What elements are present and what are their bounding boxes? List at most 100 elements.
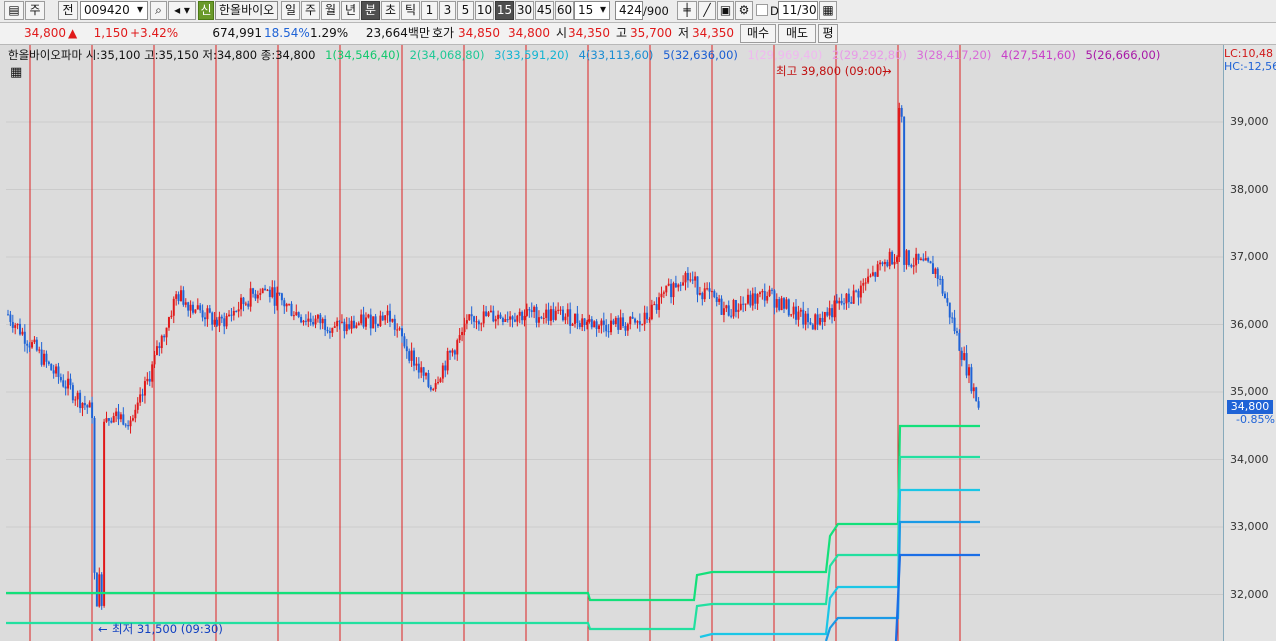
price-axis <box>1223 45 1276 641</box>
candle <box>422 367 425 376</box>
tab-minute[interactable]: 분 <box>361 1 380 20</box>
candle <box>857 290 860 298</box>
tab-month[interactable]: 월 <box>321 1 340 20</box>
candle <box>16 323 19 326</box>
candle <box>242 297 245 305</box>
tab-day[interactable]: 일 <box>281 1 300 20</box>
candle <box>357 323 360 326</box>
candle <box>631 316 634 319</box>
prev-button[interactable]: 전 <box>58 1 78 20</box>
candle <box>492 310 495 322</box>
candle <box>158 346 161 349</box>
candle <box>970 367 973 392</box>
tab-week[interactable]: 주 <box>301 1 320 20</box>
interval-30-button[interactable]: 30 <box>515 1 534 20</box>
low-price: 34,350 <box>692 26 734 40</box>
candle <box>778 299 781 311</box>
date-input[interactable]: 11/30 <box>778 1 818 20</box>
tab-year[interactable]: 년 <box>341 1 360 20</box>
candle <box>614 317 617 325</box>
interval-1-button[interactable]: 1 <box>421 1 438 20</box>
grid-toggle-icon[interactable]: ▦ <box>10 66 22 80</box>
d-checkbox[interactable] <box>756 4 768 16</box>
candle <box>948 302 951 318</box>
chevron-down-icon[interactable]: ▾ <box>596 1 610 20</box>
candle <box>855 290 858 292</box>
candle <box>204 317 207 320</box>
candle <box>583 318 586 325</box>
candle <box>45 353 48 362</box>
candle <box>513 319 516 322</box>
price-change: 1,150 <box>93 26 128 40</box>
candle <box>143 381 146 396</box>
interval-60-button[interactable]: 60 <box>555 1 574 20</box>
candle <box>21 331 24 335</box>
interval-10-button[interactable]: 10 <box>475 1 494 20</box>
candle <box>369 314 372 329</box>
candle <box>129 420 132 427</box>
turnover-rate: 18.54% <box>264 26 310 40</box>
interval-3-button[interactable]: 3 <box>439 1 456 20</box>
candle <box>98 574 101 607</box>
candle <box>331 327 334 333</box>
candle <box>93 417 96 573</box>
candle <box>761 291 764 293</box>
period-button[interactable]: 주 <box>25 1 45 20</box>
candle <box>929 261 932 264</box>
save-icon[interactable]: ▣ <box>717 1 734 20</box>
candle-type-icon[interactable]: ╪ <box>677 1 697 20</box>
interval-15-button[interactable]: 15 <box>495 1 514 20</box>
candle <box>528 309 531 311</box>
tab-tick[interactable]: 틱 <box>401 1 420 20</box>
candle <box>691 279 694 281</box>
candle <box>62 380 65 387</box>
candle <box>7 314 9 316</box>
candle <box>146 378 149 382</box>
legend-b-4: 4(27,541,60) <box>1001 48 1076 62</box>
candle <box>55 366 58 374</box>
candle <box>213 319 216 325</box>
chevron-down-icon[interactable]: ▾ <box>133 1 147 20</box>
interval-45-button[interactable]: 45 <box>535 1 554 20</box>
candle <box>850 302 853 304</box>
count-input[interactable]: 424 <box>615 1 643 20</box>
layout-icon[interactable]: ▤ <box>4 1 24 20</box>
calendar-icon[interactable]: ▦ <box>819 1 837 20</box>
candle <box>561 309 564 321</box>
drawing-tool-icon[interactable]: ╱ <box>698 1 716 20</box>
more-button[interactable]: 평 <box>818 24 838 43</box>
candle <box>602 320 605 325</box>
search-icon[interactable]: ⌕ <box>150 1 167 20</box>
candle <box>881 262 884 265</box>
candle <box>151 364 154 382</box>
candle <box>91 402 94 418</box>
price-chart[interactable] <box>0 45 1276 641</box>
candle <box>100 574 103 606</box>
lc-label: LC:10,48 <box>1224 47 1274 60</box>
candle <box>182 290 185 305</box>
candle <box>535 306 538 323</box>
candle <box>509 316 512 320</box>
candle <box>922 258 925 261</box>
candle <box>677 284 680 288</box>
candle <box>727 305 730 316</box>
speaker-icon[interactable]: ◂ ▾ <box>168 1 196 20</box>
interval-5-button[interactable]: 5 <box>457 1 474 20</box>
buy-button[interactable]: 매수 <box>740 24 776 43</box>
candle <box>799 309 802 312</box>
candle <box>40 349 43 365</box>
candle <box>374 316 377 324</box>
candle <box>139 394 142 403</box>
candle <box>876 264 879 277</box>
tab-second[interactable]: 초 <box>381 1 400 20</box>
candle <box>360 314 363 324</box>
candle <box>254 293 257 299</box>
sell-button[interactable]: 매도 <box>778 24 816 43</box>
gear-icon[interactable]: ⚙ <box>735 1 753 20</box>
candle <box>931 263 934 274</box>
candle <box>910 265 913 267</box>
quote-bar: 34,800 ▲ 1,150 +3.42% 674,991 18.54% 1.2… <box>0 23 1276 45</box>
candle <box>345 324 348 332</box>
candle <box>124 424 127 426</box>
candle <box>564 316 567 321</box>
